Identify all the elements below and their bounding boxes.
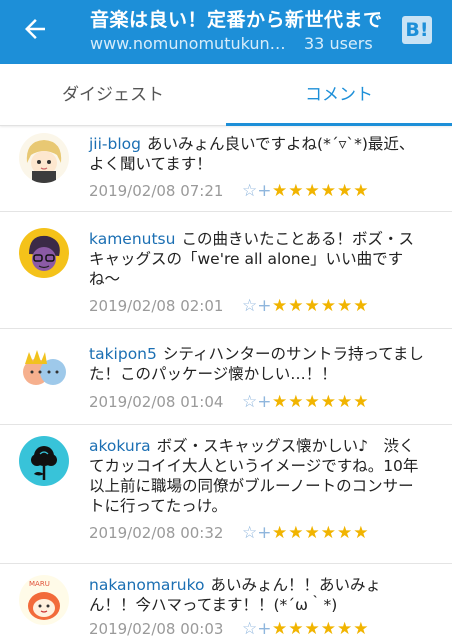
comment-body: akokura ボズ・スキャッグス懐かしい♪ 渋くてカッコイイ大人というイメージで… [89, 436, 427, 516]
comment-item: kamenutsu この曲きいたことある！ボズ・スキャッグスの「we're all… [0, 213, 452, 329]
add-star-icon[interactable]: ☆+ [242, 619, 271, 639]
avatar[interactable] [19, 436, 69, 486]
add-star-icon[interactable]: ☆+ [242, 181, 271, 201]
avatar[interactable] [19, 133, 69, 183]
tab-bar: ダイジェスト コメント [0, 64, 452, 126]
tab-comments[interactable]: コメント [226, 64, 452, 126]
avatar[interactable]: MARU [19, 575, 69, 625]
comment-item: MARU nakanomaruko あいみょん！！あいみょん！！今ハマってます！！… [0, 565, 452, 640]
comment-item: akokura ボズ・スキャッグス懐かしい♪ 渋くてカッコイイ大人というイメージで… [0, 426, 452, 564]
bookmark-button[interactable]: B! [402, 16, 432, 44]
add-star-icon[interactable]: ☆+ [242, 296, 271, 316]
comment-username[interactable]: akokura [89, 437, 151, 455]
comment-username[interactable]: jii-blog [89, 135, 141, 153]
comment-body: kamenutsu この曲きいたことある！ボズ・スキャッグスの「we're all… [89, 229, 427, 289]
comment-date[interactable]: 2019/02/08 02:01 [89, 297, 223, 315]
comment-body: jii-blog あいみょん良いですよね(*´▿`*)最近、よく聞いてます！ [89, 134, 427, 174]
star-rating[interactable]: ★★★★★★ [272, 181, 369, 201]
comment-username[interactable]: nakanomaruko [89, 576, 205, 594]
star-rating[interactable]: ★★★★★★ [272, 619, 369, 639]
page-url[interactable]: www.nomunomutukune.com [90, 34, 286, 53]
avatar[interactable] [19, 344, 69, 394]
add-star-icon[interactable]: ☆+ [242, 523, 271, 543]
page-title: 音楽は良い！定番から新世代まで [90, 9, 383, 31]
comment-body: takipon5 シティハンターのサントラ持ってました！このパッケージ懐かしい…！… [89, 344, 427, 384]
tab-digest[interactable]: ダイジェスト [0, 64, 226, 126]
comment-date[interactable]: 2019/02/08 00:32 [89, 524, 223, 542]
back-arrow-icon[interactable] [20, 14, 50, 44]
comment-body: nakanomaruko あいみょん！！あいみょん！！今ハマってます！！(*´ω｀… [89, 575, 427, 615]
comment-item: takipon5 シティハンターのサントラ持ってました！このパッケージ懐かしい…！… [0, 330, 452, 425]
add-star-icon[interactable]: ☆+ [242, 392, 271, 412]
avatar[interactable] [19, 228, 69, 278]
comment-date[interactable]: 2019/02/08 00:03 [89, 620, 223, 638]
comment-date[interactable]: 2019/02/08 01:04 [89, 393, 223, 411]
user-count[interactable]: 33 users [304, 34, 373, 53]
comment-username[interactable]: kamenutsu [89, 230, 175, 248]
svg-text:MARU: MARU [29, 580, 50, 588]
star-rating[interactable]: ★★★★★★ [272, 523, 369, 543]
comment-username[interactable]: takipon5 [89, 345, 157, 363]
app-bar: 音楽は良い！定番から新世代まで www.nomunomutukune.com 33… [0, 0, 452, 64]
comment-date[interactable]: 2019/02/08 07:21 [89, 182, 223, 200]
comment-item: jii-blog あいみょん良いですよね(*´▿`*)最近、よく聞いてます！ 20… [0, 127, 452, 212]
star-rating[interactable]: ★★★★★★ [272, 392, 369, 412]
page-subtitle: www.nomunomutukune.com 33 users [90, 34, 390, 53]
star-rating[interactable]: ★★★★★★ [272, 296, 369, 316]
